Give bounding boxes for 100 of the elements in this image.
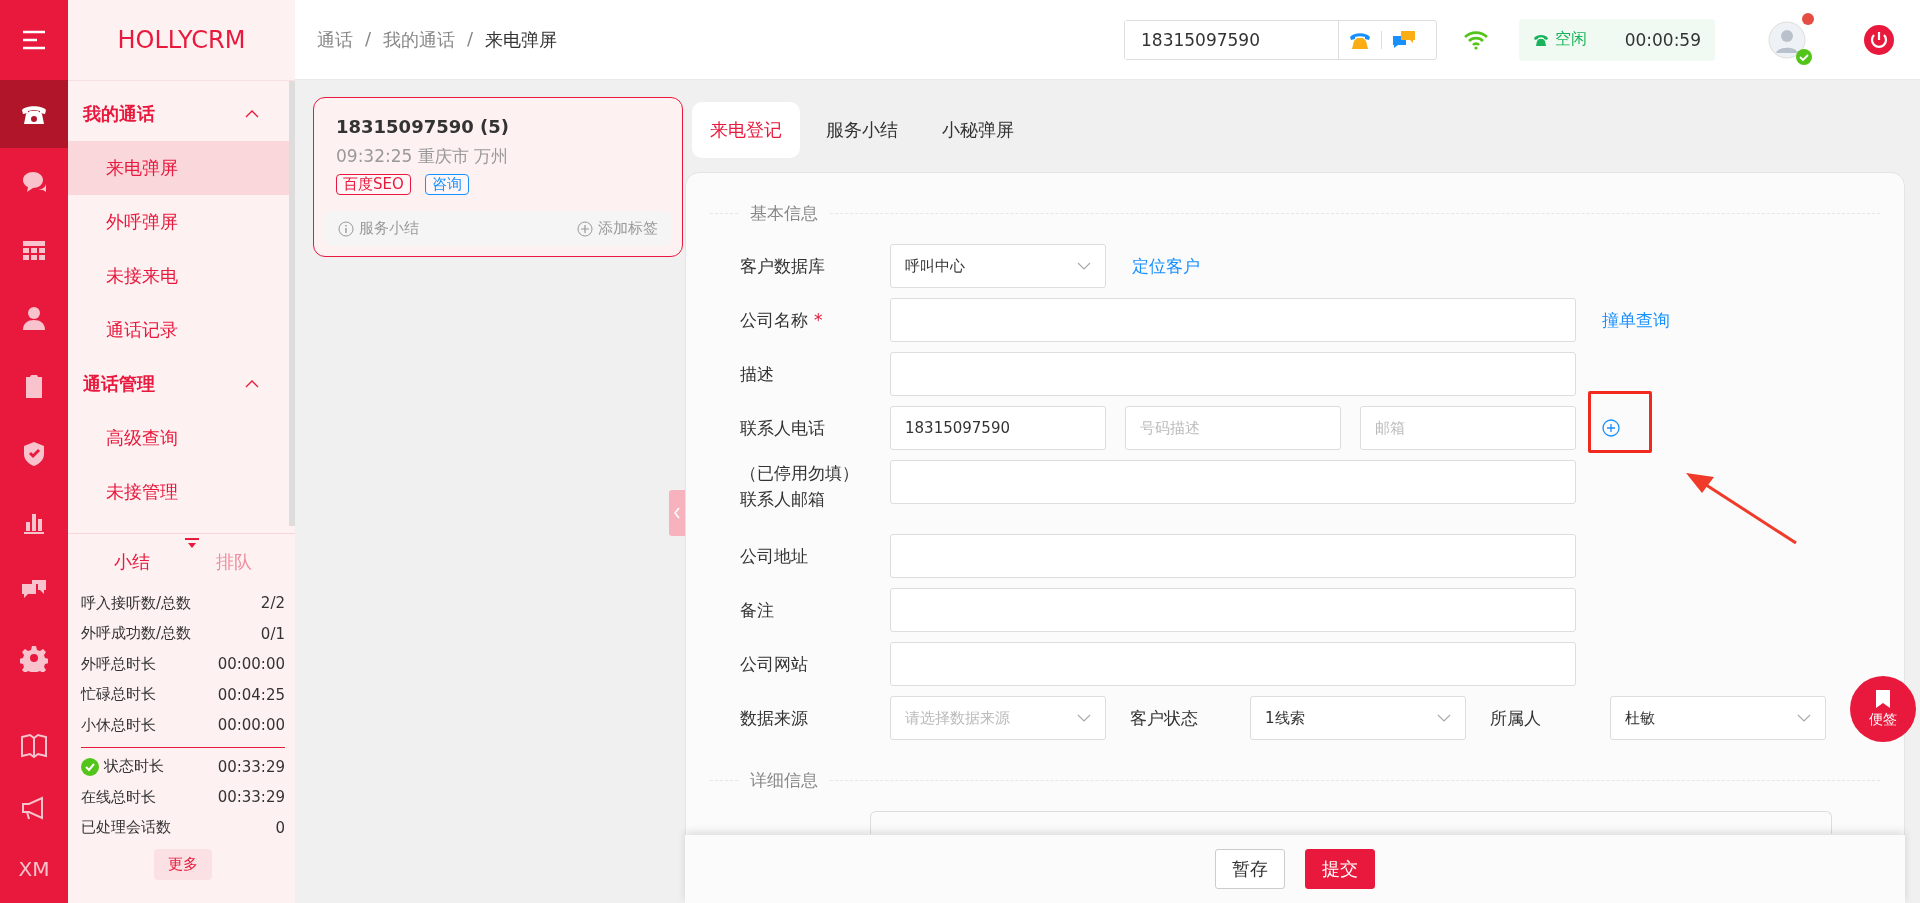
stat-label: 外呼总时长	[81, 654, 156, 674]
input-field[interactable]: 号码描述	[1125, 406, 1341, 450]
stat-value: 2/2	[260, 594, 285, 613]
stat-label: 小休总时长	[81, 715, 156, 735]
wifi-icon	[1463, 29, 1489, 50]
submit-button[interactable]: 提交	[1305, 849, 1375, 889]
link[interactable]: 定位客户	[1132, 254, 1200, 278]
collapse-handle[interactable]	[669, 490, 685, 536]
stat-value: 00:00:00	[217, 655, 285, 674]
nav-item[interactable]: 来电弹屏	[68, 141, 289, 195]
menu-icon[interactable]	[21, 29, 47, 51]
input-field[interactable]	[890, 460, 1576, 504]
breadcrumb-item: 来电弹屏	[485, 27, 558, 52]
call-meta: 09:32:25 重庆市 万州	[335, 145, 510, 168]
field-label: 所属人	[1490, 706, 1542, 730]
field-label: 客户数据库	[740, 255, 825, 276]
stat-label: 状态时长	[104, 757, 164, 777]
chevron-down-icon	[1437, 714, 1451, 722]
avatar[interactable]	[1768, 20, 1806, 59]
select-field[interactable]: 呼叫中心	[890, 244, 1106, 288]
chevron-left-icon	[673, 507, 681, 519]
card-action-link[interactable]: 添加标签	[577, 219, 658, 238]
section-title: 详细信息	[738, 769, 830, 792]
select-field[interactable]: 1线索	[1250, 696, 1466, 740]
rail-item[interactable]	[0, 80, 68, 148]
settings-icon	[20, 644, 48, 672]
stats-tab[interactable]: 排队	[204, 544, 264, 580]
phone-field[interactable]: 18315097590	[1124, 19, 1437, 60]
breadcrumb-item[interactable]: 我的通话	[383, 27, 456, 52]
field-label: 客户状态	[1130, 706, 1199, 730]
field-label: 联系人邮箱	[740, 488, 825, 512]
tab[interactable]: 小秘弹屏	[924, 102, 1032, 158]
stat-label: 忙碌总时长	[81, 685, 156, 705]
info-icon	[338, 220, 354, 237]
field-label: 数据来源	[740, 706, 809, 730]
bookmark-icon	[1875, 689, 1891, 709]
nav-item[interactable]: 高级查询	[68, 411, 289, 465]
input-field[interactable]	[890, 298, 1576, 342]
save-draft-button[interactable]: 暂存	[1215, 849, 1285, 889]
stats-tab[interactable]: 小结	[102, 544, 162, 580]
card-action-link[interactable]: 服务小结	[338, 219, 419, 238]
chat-icon[interactable]	[1392, 29, 1416, 50]
status-timer: 00:00:59	[1624, 29, 1701, 50]
online-check-icon	[1796, 48, 1812, 65]
tab[interactable]: 服务小结	[808, 102, 916, 158]
nav-group-header[interactable]: 通话管理	[68, 357, 289, 411]
field-label: 公司网站	[740, 653, 808, 674]
nav-group-header[interactable]: 我的通话	[68, 87, 289, 141]
check-circle-icon	[81, 757, 99, 776]
breadcrumb-item[interactable]: 通话	[317, 27, 353, 52]
highlight-box	[1588, 391, 1652, 453]
nav-item[interactable]: 未接管理	[68, 465, 289, 519]
input-field[interactable]	[890, 534, 1576, 578]
notification-dot	[1802, 12, 1814, 25]
field-note: （已停用勿填）	[740, 462, 859, 485]
field-label: 公司名称	[740, 309, 808, 330]
input-field[interactable]	[870, 811, 1832, 834]
input-field[interactable]	[890, 588, 1576, 632]
stat-label: 在线总时长	[81, 787, 156, 807]
stat-value: 00:00:00	[217, 716, 285, 735]
breadcrumb-separator: /	[365, 27, 372, 51]
nav-item[interactable]: 通话记录	[68, 303, 289, 357]
stat-label: 已处理会话数	[81, 818, 171, 838]
chevron-down-icon	[1077, 714, 1091, 722]
input-field[interactable]: 18315097590	[890, 406, 1106, 450]
field-label: 公司地址	[740, 545, 808, 566]
user-initials[interactable]: XM	[18, 857, 50, 881]
stat-value: 00:04:25	[217, 685, 285, 704]
input-field[interactable]	[890, 352, 1576, 396]
stat-value: 00:33:29	[217, 788, 285, 807]
stat-value: 0	[275, 818, 285, 837]
agent-status[interactable]: 空闲 00:00:59	[1519, 18, 1715, 61]
field-label: 备注	[740, 599, 774, 620]
person-icon	[20, 304, 48, 332]
input-field[interactable]	[890, 642, 1576, 686]
stat-value: 00:33:29	[217, 757, 285, 776]
add-circle-icon[interactable]	[1602, 419, 1620, 437]
input-field[interactable]: 邮箱	[1360, 406, 1576, 450]
link[interactable]: 撞单查询	[1602, 308, 1670, 332]
phone-icon	[1533, 32, 1549, 47]
field-label: 联系人电话	[740, 417, 825, 438]
power-icon[interactable]	[1864, 24, 1894, 55]
stat-label: 外呼成功数/总数	[81, 624, 192, 644]
nav-item[interactable]: 外呼弹屏	[68, 195, 289, 249]
pointer-icon	[185, 538, 199, 549]
tag: 百度SEO	[336, 174, 411, 195]
section-title: 基本信息	[738, 202, 830, 225]
call-card[interactable]: 18315097590 (5) 09:32:25 重庆市 万州 百度SEO 咨询 服务小结 添加标签	[313, 97, 683, 257]
stat-label: 呼入接听数/总数	[81, 593, 192, 613]
more-button[interactable]: 更多	[154, 849, 212, 880]
nav-item[interactable]: 未接来电	[68, 249, 289, 303]
select-field[interactable]: 杜敏	[1610, 696, 1826, 740]
required-mark: *	[814, 309, 823, 330]
plus-circle-icon	[577, 220, 593, 237]
tab[interactable]: 来电登记	[692, 102, 800, 158]
status-label: 空闲	[1555, 29, 1588, 50]
book-icon[interactable]	[20, 733, 48, 759]
field-label: 描述	[740, 363, 774, 384]
breadcrumb-separator: /	[467, 27, 474, 51]
stat-value: 0/1	[260, 624, 285, 643]
